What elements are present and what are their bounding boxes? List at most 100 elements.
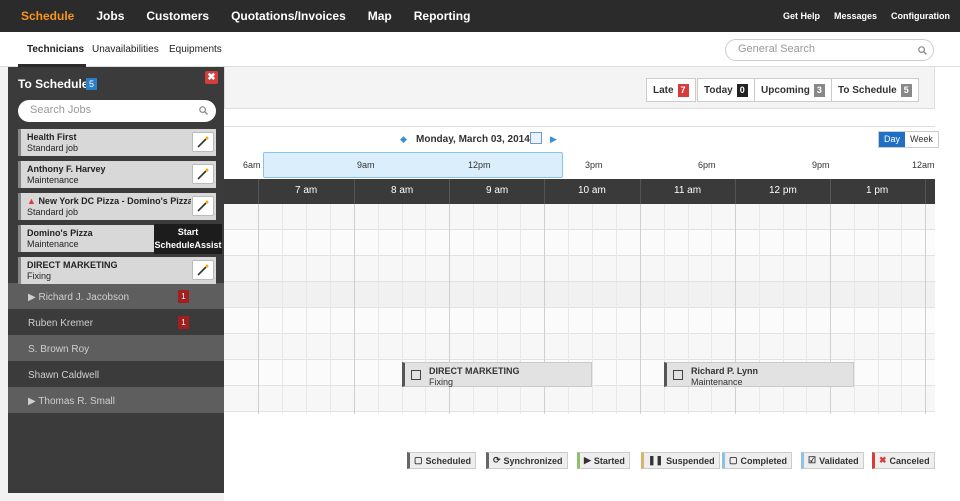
- legend-label: Suspended: [666, 455, 715, 466]
- expand-icon: ▶: [28, 292, 36, 303]
- nav-right: Get Help Messages Configuration: [769, 0, 950, 32]
- time-range-selection[interactable]: [263, 152, 563, 178]
- job-card[interactable]: Domino's Pizza Maintenance: [18, 225, 154, 252]
- prev-day-arrow-icon[interactable]: ◆: [400, 134, 407, 145]
- hour-separator: [925, 179, 926, 204]
- nav-reporting[interactable]: Reporting: [414, 9, 471, 23]
- magic-wand-icon[interactable]: [192, 196, 214, 216]
- schedule-assist-tooltip: Start ScheduleAssist: [154, 224, 222, 254]
- job-title: Health First: [27, 132, 77, 142]
- tab-technicians[interactable]: Technicians: [27, 44, 84, 55]
- calendar-icon: [411, 370, 421, 380]
- hour-separator: [258, 179, 259, 204]
- tooltip-line: ScheduleAssist: [154, 240, 222, 250]
- job-count-badge: 1: [178, 316, 189, 329]
- next-day-arrow-icon[interactable]: ▶: [550, 134, 557, 145]
- view-week-button[interactable]: Week: [905, 132, 938, 147]
- job-card[interactable]: DIRECT MARKETING Fixing: [18, 257, 216, 284]
- job-type: Fixing: [27, 271, 52, 281]
- filter-upcoming-label: Upcoming: [761, 84, 810, 96]
- filter-today[interactable]: Today 0: [697, 78, 755, 102]
- filter-late[interactable]: Late 7: [646, 78, 696, 102]
- job-card[interactable]: Anthony F. Harvey Maintenance: [18, 161, 216, 188]
- current-date: Monday, March 03, 2014: [416, 134, 530, 145]
- legend-synchronized: ⟳ Synchronized: [486, 452, 568, 469]
- checked-icon: ☑: [808, 455, 817, 465]
- cancel-icon: ✖: [879, 455, 887, 465]
- get-help-link[interactable]: Get Help: [783, 11, 820, 21]
- hour-gridline: [640, 204, 641, 414]
- range-label: 9pm: [812, 160, 830, 170]
- nav-jobs[interactable]: Jobs: [96, 9, 124, 23]
- magic-wand-icon[interactable]: [192, 260, 214, 280]
- nav-map[interactable]: Map: [368, 9, 392, 23]
- quarter-gridline: [378, 204, 379, 414]
- filter-upcoming[interactable]: Upcoming 3: [754, 78, 832, 102]
- event-title: DIRECT MARKETING: [429, 366, 520, 376]
- quarter-gridline: [306, 204, 307, 414]
- event-title: Richard P. Lynn: [691, 366, 759, 376]
- quarter-gridline: [901, 204, 902, 414]
- close-icon[interactable]: ✖: [205, 71, 218, 84]
- panel-title: To Schedule: [18, 77, 89, 91]
- event-block[interactable]: Richard P. Lynn Maintenance: [664, 362, 854, 387]
- filter-to-schedule[interactable]: To Schedule 5: [831, 78, 919, 102]
- checkbox-icon: ▢: [729, 455, 738, 465]
- play-icon: ▶: [584, 455, 591, 465]
- job-search-input[interactable]: [30, 104, 190, 116]
- magic-wand-icon[interactable]: [192, 132, 214, 152]
- view-toggle: Day Week: [878, 131, 939, 148]
- legend-validated: ☑ Validated: [801, 452, 864, 469]
- expand-icon: ▶: [28, 396, 36, 407]
- range-label: 3pm: [585, 160, 603, 170]
- scheduled-icon: ▢: [414, 455, 423, 465]
- top-nav: Schedule Jobs Customers Quotations/Invoi…: [0, 0, 960, 32]
- event-subtitle: Fixing: [429, 377, 454, 387]
- general-search[interactable]: [725, 39, 934, 61]
- hour-label: 11 am: [674, 185, 702, 196]
- hour-separator: [640, 179, 641, 204]
- technician-name-text: Thomas R. Small: [38, 396, 115, 407]
- hour-separator: [449, 179, 450, 204]
- magic-wand-icon[interactable]: [192, 164, 214, 184]
- filter-upcoming-count: 3: [813, 83, 825, 97]
- technician-name: ▶ Thomas R. Small: [28, 396, 115, 407]
- general-search-input[interactable]: [738, 43, 908, 55]
- job-card[interactable]: ▲ New York DC Pizza - Domino's Pizza Sta…: [18, 193, 216, 220]
- filter-today-label: Today: [704, 84, 733, 96]
- job-title: Anthony F. Harvey: [27, 164, 106, 174]
- job-title-text: New York DC Pizza - Domino's Pizza: [38, 196, 191, 206]
- panel-count-badge: 5: [86, 78, 97, 90]
- warning-icon: ▲: [27, 196, 36, 206]
- job-count-badge: 1: [178, 290, 189, 303]
- job-type: Standard job: [27, 143, 79, 153]
- sync-icon: ⟳: [493, 455, 501, 465]
- nav-quotations[interactable]: Quotations/Invoices: [231, 9, 346, 23]
- hour-separator: [830, 179, 831, 204]
- calendar-icon[interactable]: [530, 132, 542, 144]
- range-label: 12am: [912, 160, 935, 170]
- event-subtitle: Maintenance: [691, 377, 743, 387]
- event-block[interactable]: DIRECT MARKETING Fixing: [402, 362, 592, 387]
- technician-name: ▶ Richard J. Jacobson: [28, 292, 129, 303]
- hour-label: 9 am: [486, 185, 509, 196]
- quarter-gridline: [330, 204, 331, 414]
- nav-schedule[interactable]: Schedule: [21, 9, 74, 23]
- filter-late-label: Late: [653, 84, 674, 96]
- messages-link[interactable]: Messages: [834, 11, 877, 21]
- legend-started: ▶ Started: [577, 452, 630, 469]
- legend-label: Canceled: [889, 455, 930, 466]
- job-search[interactable]: [18, 100, 216, 122]
- nav-customers[interactable]: Customers: [146, 9, 209, 23]
- tab-equipments[interactable]: Equipments: [169, 44, 222, 55]
- job-card[interactable]: Health First Standard job: [18, 129, 216, 156]
- view-day-button[interactable]: Day: [879, 132, 906, 147]
- calendar-icon: [673, 370, 683, 380]
- range-label: 9am: [357, 160, 375, 170]
- tab-unavailabilities[interactable]: Unavailabilities: [92, 44, 159, 55]
- technician-name: Shawn Caldwell: [28, 370, 100, 381]
- configuration-link[interactable]: Configuration: [891, 11, 950, 21]
- pause-icon: ❚❚: [648, 455, 664, 465]
- quarter-gridline: [878, 204, 879, 414]
- legend-scheduled: ▢ Scheduled: [407, 452, 477, 469]
